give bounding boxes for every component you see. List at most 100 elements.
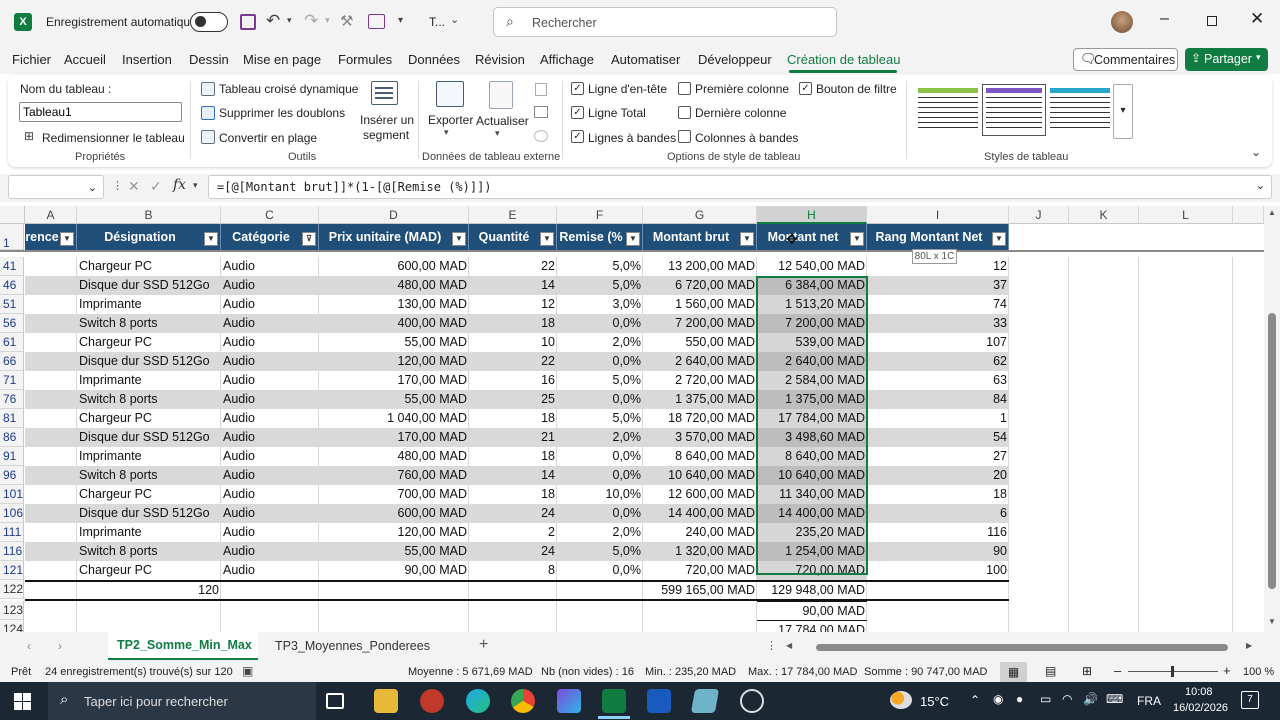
cell[interactable]: Imprimante [77, 523, 221, 542]
menu-home[interactable]: Accueil [64, 52, 106, 67]
header-row-checkbox[interactable]: ✓ [571, 82, 584, 95]
header-discount[interactable]: Remise (% ▼ [557, 224, 643, 250]
cell[interactable]: 0,0% [557, 561, 643, 580]
row-header[interactable]: 122 [0, 580, 24, 599]
zoom-out-icon[interactable]: – [1114, 663, 1121, 678]
properties-icon[interactable] [535, 83, 547, 96]
cell[interactable]: 2 720,00 MAD [643, 371, 757, 390]
first-column-checkbox[interactable] [678, 82, 691, 95]
zoom-level[interactable]: 100 % [1243, 666, 1274, 678]
header-quantity[interactable]: Quantité ▼ [469, 224, 557, 250]
cell[interactable]: 18 720,00 MAD [643, 409, 757, 428]
cell[interactable]: 6 720,00 MAD [643, 276, 757, 295]
cell[interactable]: Disque dur SSD 512Go [77, 428, 221, 447]
clock-date[interactable]: 16/02/2026 [1173, 702, 1228, 714]
total-row-checkbox[interactable]: ✓ [571, 106, 584, 119]
minimize-icon[interactable]: – [1160, 10, 1169, 28]
cell[interactable]: Switch 8 ports [77, 390, 221, 409]
share-button[interactable]: ⇪ Partager ▾ [1185, 48, 1268, 71]
row-header[interactable]: 124 [0, 620, 24, 632]
cell[interactable]: 10 640,00 MAD [643, 466, 757, 485]
cell[interactable]: 17 784,00 MAD [757, 620, 867, 632]
cell[interactable]: 700,00 MAD [319, 485, 469, 504]
status-count[interactable]: Nb (non vides) : 16 [541, 666, 634, 678]
column-header[interactable]: F [557, 206, 643, 224]
cell[interactable]: 55,00 MAD [319, 390, 469, 409]
cell[interactable]: 14 [469, 466, 557, 485]
row-header[interactable]: 71 [0, 371, 24, 390]
filter-dropdown-icon[interactable]: ▼ [992, 232, 1006, 246]
cell[interactable]: 8 [469, 561, 557, 580]
cell[interactable]: Audio [221, 428, 319, 447]
cell[interactable]: Audio [221, 276, 319, 295]
cell[interactable]: 22 [469, 352, 557, 371]
document-title-chevron-icon[interactable]: ⌄ [450, 13, 459, 26]
cell[interactable]: 2,0% [557, 523, 643, 542]
cell[interactable]: 20 [867, 466, 1009, 485]
pivot-table-button[interactable]: Tableau croisé dynamique [219, 82, 358, 96]
column-header[interactable]: I [867, 206, 1009, 224]
column-header[interactable]: K [1069, 206, 1139, 224]
status-min[interactable]: Min. : 235,20 MAD [645, 666, 736, 678]
scroll-down-icon[interactable]: ▼ [1268, 617, 1276, 626]
header-net-rank[interactable]: Rang Montant Net ▼ [867, 224, 1009, 250]
cell[interactable]: 8 640,00 MAD [643, 447, 757, 466]
cell[interactable]: 12 540,00 MAD [757, 257, 867, 276]
menu-review[interactable]: Révision [475, 52, 525, 67]
cell[interactable]: 3,0% [557, 295, 643, 314]
total-cell[interactable]: 129 948,00 MAD [757, 581, 867, 600]
cell[interactable]: Audio [221, 333, 319, 352]
taskbar-search-box[interactable]: ⌕ Taper ici pour rechercher [48, 682, 316, 720]
total-cell[interactable]: 599 165,00 MAD [643, 581, 757, 600]
cell[interactable]: 116 [867, 523, 1009, 542]
cell[interactable]: 107 [867, 333, 1009, 352]
row-header[interactable]: 111 [0, 523, 24, 542]
cell[interactable]: 5,0% [557, 257, 643, 276]
status-average[interactable]: Moyenne : 5 671,69 MAD [408, 666, 533, 678]
cell[interactable]: 18 [469, 314, 557, 333]
table-style-teal[interactable] [1050, 88, 1110, 132]
cell[interactable]: 55,00 MAD [319, 542, 469, 561]
menu-automate[interactable]: Automatiser [611, 52, 680, 67]
zoom-slider[interactable] [1128, 666, 1218, 677]
banded-columns-checkbox[interactable] [678, 130, 691, 143]
menu-table-design[interactable]: Création de tableau [787, 52, 900, 67]
sheet-tab[interactable]: TP3_Moyennes_Ponderees [266, 632, 436, 660]
cell[interactable]: Chargeur PC [77, 257, 221, 276]
cell[interactable]: Audio [221, 485, 319, 504]
prev-sheet-icon[interactable]: ‹ [27, 639, 31, 653]
cell[interactable]: 2,0% [557, 428, 643, 447]
cell[interactable]: Chargeur PC [77, 485, 221, 504]
cell[interactable]: Chargeur PC [77, 561, 221, 580]
open-in-browser-icon[interactable] [534, 106, 548, 118]
row-header[interactable]: 66 [0, 352, 24, 371]
row-header[interactable]: 81 [0, 409, 24, 428]
cell[interactable]: 550,00 MAD [643, 333, 757, 352]
row-header[interactable]: 1 [0, 224, 24, 250]
cell[interactable]: 760,00 MAD [319, 466, 469, 485]
total-cell[interactable]: 120 [77, 581, 221, 600]
cell[interactable]: 54 [867, 428, 1009, 447]
row-header[interactable]: 106 [0, 504, 24, 523]
cell[interactable]: 24 [469, 542, 557, 561]
cell[interactable]: 170,00 MAD [319, 371, 469, 390]
cell[interactable]: Audio [221, 390, 319, 409]
document-title[interactable]: T... [429, 15, 445, 29]
keyboard-icon[interactable]: ⌨ [1106, 692, 1123, 706]
cell[interactable]: 5,0% [557, 409, 643, 428]
row-header[interactable]: 86 [0, 428, 24, 447]
task-view-icon[interactable] [326, 693, 344, 709]
undo-icon[interactable]: ↶ [266, 11, 280, 31]
cancel-formula-icon[interactable]: ✕ [128, 178, 140, 195]
expand-formula-icon[interactable]: ⌄ [1256, 179, 1265, 192]
clock-time[interactable]: 10:08 [1185, 686, 1213, 698]
sheet-tab-active[interactable]: TP2_Somme_Min_Max [108, 632, 258, 660]
cell[interactable]: 1 040,00 MAD [319, 409, 469, 428]
accessibility-icon[interactable]: ▣ [242, 664, 253, 678]
filter-dropdown-icon[interactable]: ▼ [204, 232, 218, 246]
cell[interactable]: 37 [867, 276, 1009, 295]
cell[interactable]: Switch 8 ports [77, 466, 221, 485]
wifi-icon[interactable]: ◠ [1062, 692, 1072, 706]
cell[interactable]: 14 400,00 MAD [643, 504, 757, 523]
cell[interactable]: 600,00 MAD [319, 257, 469, 276]
